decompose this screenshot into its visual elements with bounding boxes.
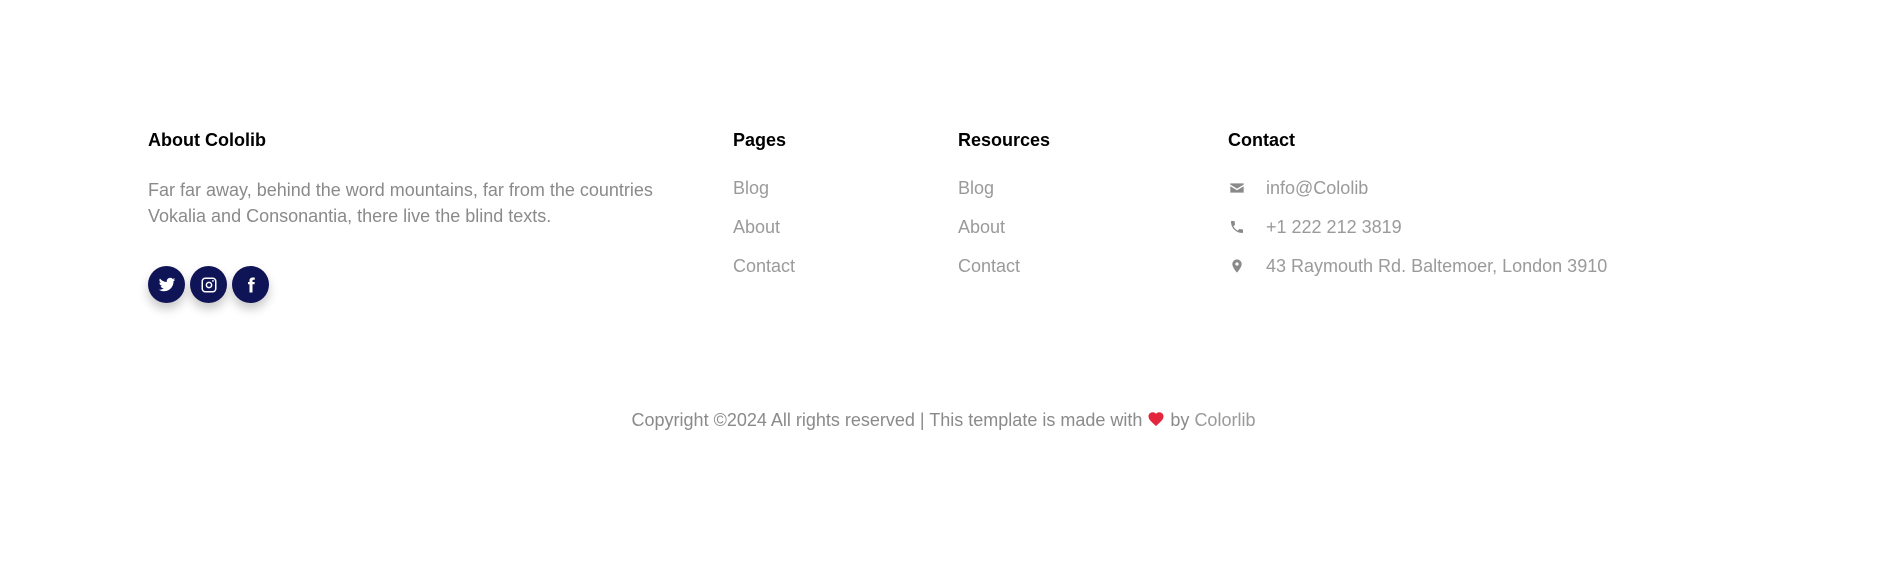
- copyright-by: by: [1170, 410, 1190, 430]
- envelope-icon: [1228, 180, 1245, 197]
- contact-email[interactable]: info@Cololib: [1266, 177, 1368, 199]
- copyright-text: Copyright ©2024 All rights reserved | Th…: [631, 410, 1143, 430]
- copyright-bar: Copyright ©2024 All rights reserved | Th…: [0, 408, 1887, 432]
- contact-address: 43 Raymouth Rd. Baltemoer, London 3910: [1266, 256, 1608, 276]
- pages-link-contact[interactable]: Contact: [733, 255, 933, 277]
- pages-link-blog[interactable]: Blog: [733, 177, 933, 199]
- contact-address-item: 43 Raymouth Rd. Baltemoer, London 3910: [1228, 255, 1748, 277]
- pages-link-about[interactable]: About: [733, 216, 933, 238]
- resources-link-list: Blog About Contact: [958, 177, 1178, 277]
- contact-list: info@Cololib +1 222 212 3819 43 Raymouth…: [1228, 177, 1748, 277]
- social-links: [148, 266, 269, 303]
- contact-phone[interactable]: +1 222 212 3819: [1266, 216, 1402, 238]
- phone-icon: [1228, 219, 1245, 236]
- contact-heading: Contact: [1228, 130, 1295, 150]
- map-marker-icon: [1228, 258, 1245, 275]
- instagram-button[interactable]: [190, 266, 227, 303]
- heart-icon: [1147, 410, 1165, 428]
- contact-section: Contact info@Cololib +1 222 212 3819 43 …: [1228, 129, 1748, 294]
- instagram-icon: [200, 276, 218, 294]
- resources-link-about[interactable]: About: [958, 216, 1178, 238]
- resources-section: Resources Blog About Contact: [958, 129, 1178, 294]
- about-text: Far far away, behind the word mountains,…: [148, 180, 653, 226]
- resources-link-blog[interactable]: Blog: [958, 177, 1178, 199]
- twitter-button[interactable]: [148, 266, 185, 303]
- twitter-icon: [158, 276, 176, 294]
- pages-heading: Pages: [733, 130, 787, 150]
- about-section: About Cololib Far far away, behind the w…: [148, 129, 668, 303]
- about-heading: About Cololib: [148, 130, 266, 150]
- contact-email-item: info@Cololib: [1228, 177, 1748, 199]
- resources-heading: Resources: [958, 130, 1051, 150]
- facebook-icon: [242, 276, 260, 294]
- pages-link-list: Blog About Contact: [733, 177, 933, 277]
- colorlib-link[interactable]: Colorlib: [1194, 410, 1255, 430]
- site-footer: About Cololib Far far away, behind the w…: [0, 0, 1887, 577]
- contact-phone-item: +1 222 212 3819: [1228, 216, 1748, 238]
- resources-link-contact[interactable]: Contact: [958, 255, 1178, 277]
- pages-section: Pages Blog About Contact: [733, 129, 933, 294]
- facebook-button[interactable]: [232, 266, 269, 303]
